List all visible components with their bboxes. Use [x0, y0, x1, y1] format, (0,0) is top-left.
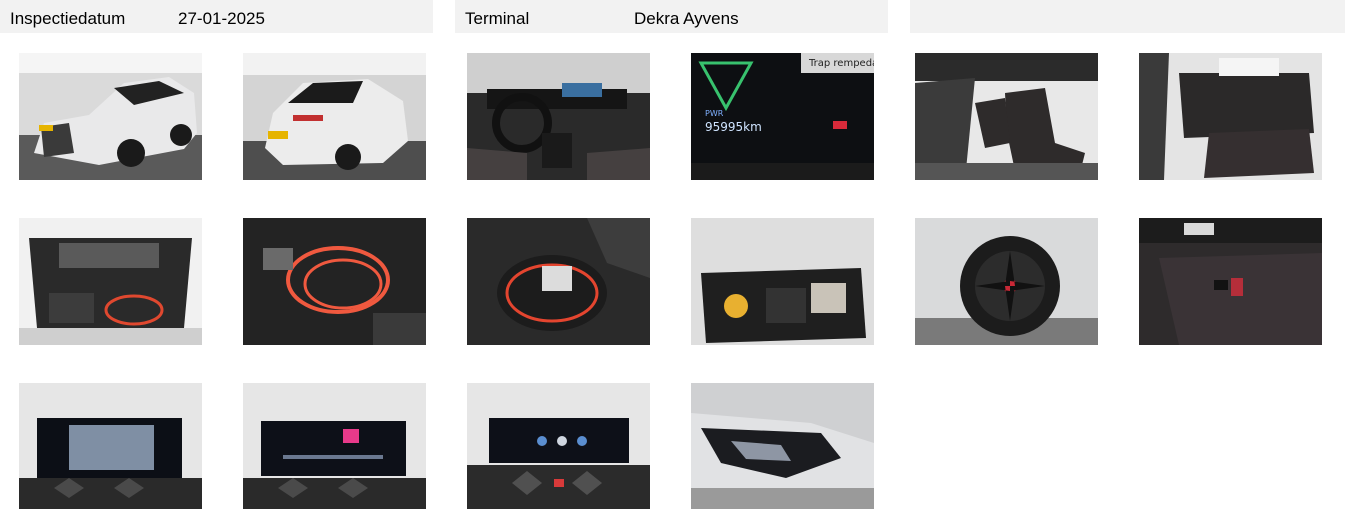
cluster-notice-text: Trap rempedaal [808, 58, 874, 69]
terminal-label: Terminal [465, 9, 530, 28]
photo-climate-screen[interactable] [467, 383, 650, 509]
photo-cockpit[interactable] [467, 53, 650, 180]
cluster-mode-text: PWR [705, 109, 724, 118]
photo-wheel-rim[interactable] [915, 218, 1098, 345]
photo-media-screen[interactable] [243, 383, 426, 509]
photo-repair-kit[interactable] [691, 218, 874, 345]
photo-rear-right-exterior[interactable] [243, 53, 426, 180]
photo-charging-cables[interactable] [243, 218, 426, 345]
photo-keys-on-seat[interactable] [1139, 218, 1322, 345]
photo-front-left-exterior[interactable] [19, 53, 202, 180]
terminal-bar: Terminal Dekra Ayvens [455, 0, 888, 33]
photo-headlight[interactable] [691, 383, 874, 509]
inspection-date-value: 27-01-2025 [178, 9, 265, 28]
photo-instrument-cluster[interactable]: Trap rempedaal PWR 95995km [691, 53, 874, 180]
photo-cable-bag[interactable] [467, 218, 650, 345]
terminal-value: Dekra Ayvens [634, 9, 739, 28]
photo-rear-seats[interactable] [1139, 53, 1322, 180]
inspection-report-page: Inspectiedatum 27-01-2025 Terminal Dekra… [0, 0, 1345, 509]
inspection-date-bar: Inspectiedatum 27-01-2025 [0, 0, 433, 33]
photo-front-seats[interactable] [915, 53, 1098, 180]
cluster-odometer-text: 95995km [705, 120, 762, 134]
photo-navigation-screen[interactable] [19, 383, 202, 509]
empty-header-bar [910, 0, 1345, 33]
inspection-date-label: Inspectiedatum [10, 9, 126, 28]
photo-trunk-open[interactable] [19, 218, 202, 345]
